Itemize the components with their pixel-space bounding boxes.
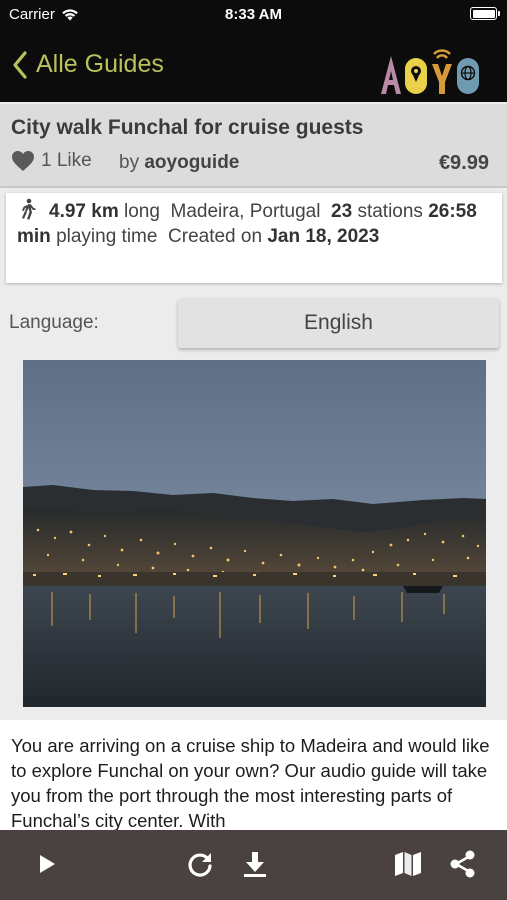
language-select[interactable]: English	[178, 298, 499, 348]
duration-suffix: playing time	[56, 225, 158, 247]
map-icon	[395, 852, 421, 876]
author-name: aoyoguide	[144, 152, 240, 173]
guide-info-card: 4.97 km long Madeira, Portugal 23 statio…	[6, 193, 502, 283]
distance-value: 4.97 km	[49, 201, 119, 222]
guide-cover-image	[23, 360, 486, 707]
by-prefix: by	[119, 152, 140, 173]
walking-icon	[22, 198, 36, 220]
share-icon	[450, 850, 475, 878]
back-label: Alle Guides	[36, 50, 164, 78]
status-time: 8:33 AM	[225, 6, 282, 23]
guide-info-text: 4.97 km long Madeira, Portugal 23 statio…	[17, 198, 493, 249]
bottom-toolbar	[0, 830, 507, 900]
share-button[interactable]	[446, 847, 480, 881]
guide-header: City walk Funchal for cruise guests 1 Li…	[0, 104, 507, 188]
reload-button[interactable]	[183, 847, 217, 881]
like-count: 1 Like	[41, 150, 92, 171]
location-text: Madeira, Portugal	[170, 201, 321, 222]
stations-count: 23	[331, 201, 353, 222]
created-date: Jan 18, 2023	[267, 225, 380, 247]
navigation-bar: Alle Guides	[0, 40, 507, 100]
play-button[interactable]	[30, 847, 64, 881]
guide-description: You are arriving on a cruise ship to Mad…	[0, 720, 507, 832]
map-button[interactable]	[391, 847, 425, 881]
stations-suffix: stations	[357, 201, 423, 222]
battery-icon	[470, 7, 500, 20]
top-bar: Carrier 8:33 AM Alle Guides	[0, 0, 507, 102]
back-button[interactable]: Alle Guides	[12, 50, 164, 79]
distance-suffix: long	[124, 201, 160, 222]
play-icon	[40, 855, 55, 873]
funchal-harbor-photo	[23, 360, 486, 707]
heart-icon	[12, 151, 34, 171]
created-prefix: Created on	[168, 225, 263, 247]
author-line: by aoyoguide	[119, 152, 239, 174]
description-text: You are arriving on a cruise ship to Mad…	[11, 735, 490, 831]
guide-title: City walk Funchal for cruise guests	[11, 116, 364, 139]
language-label: Language:	[9, 312, 99, 333]
price-label: €9.99	[438, 152, 489, 174]
download-icon	[244, 852, 266, 877]
aoyo-logo	[381, 49, 479, 94]
status-bar: Carrier 8:33 AM	[0, 0, 507, 28]
like-button[interactable]: 1 Like	[11, 150, 92, 172]
reload-icon	[188, 853, 212, 877]
chevron-left-icon	[13, 50, 27, 79]
download-button[interactable]	[238, 847, 272, 881]
